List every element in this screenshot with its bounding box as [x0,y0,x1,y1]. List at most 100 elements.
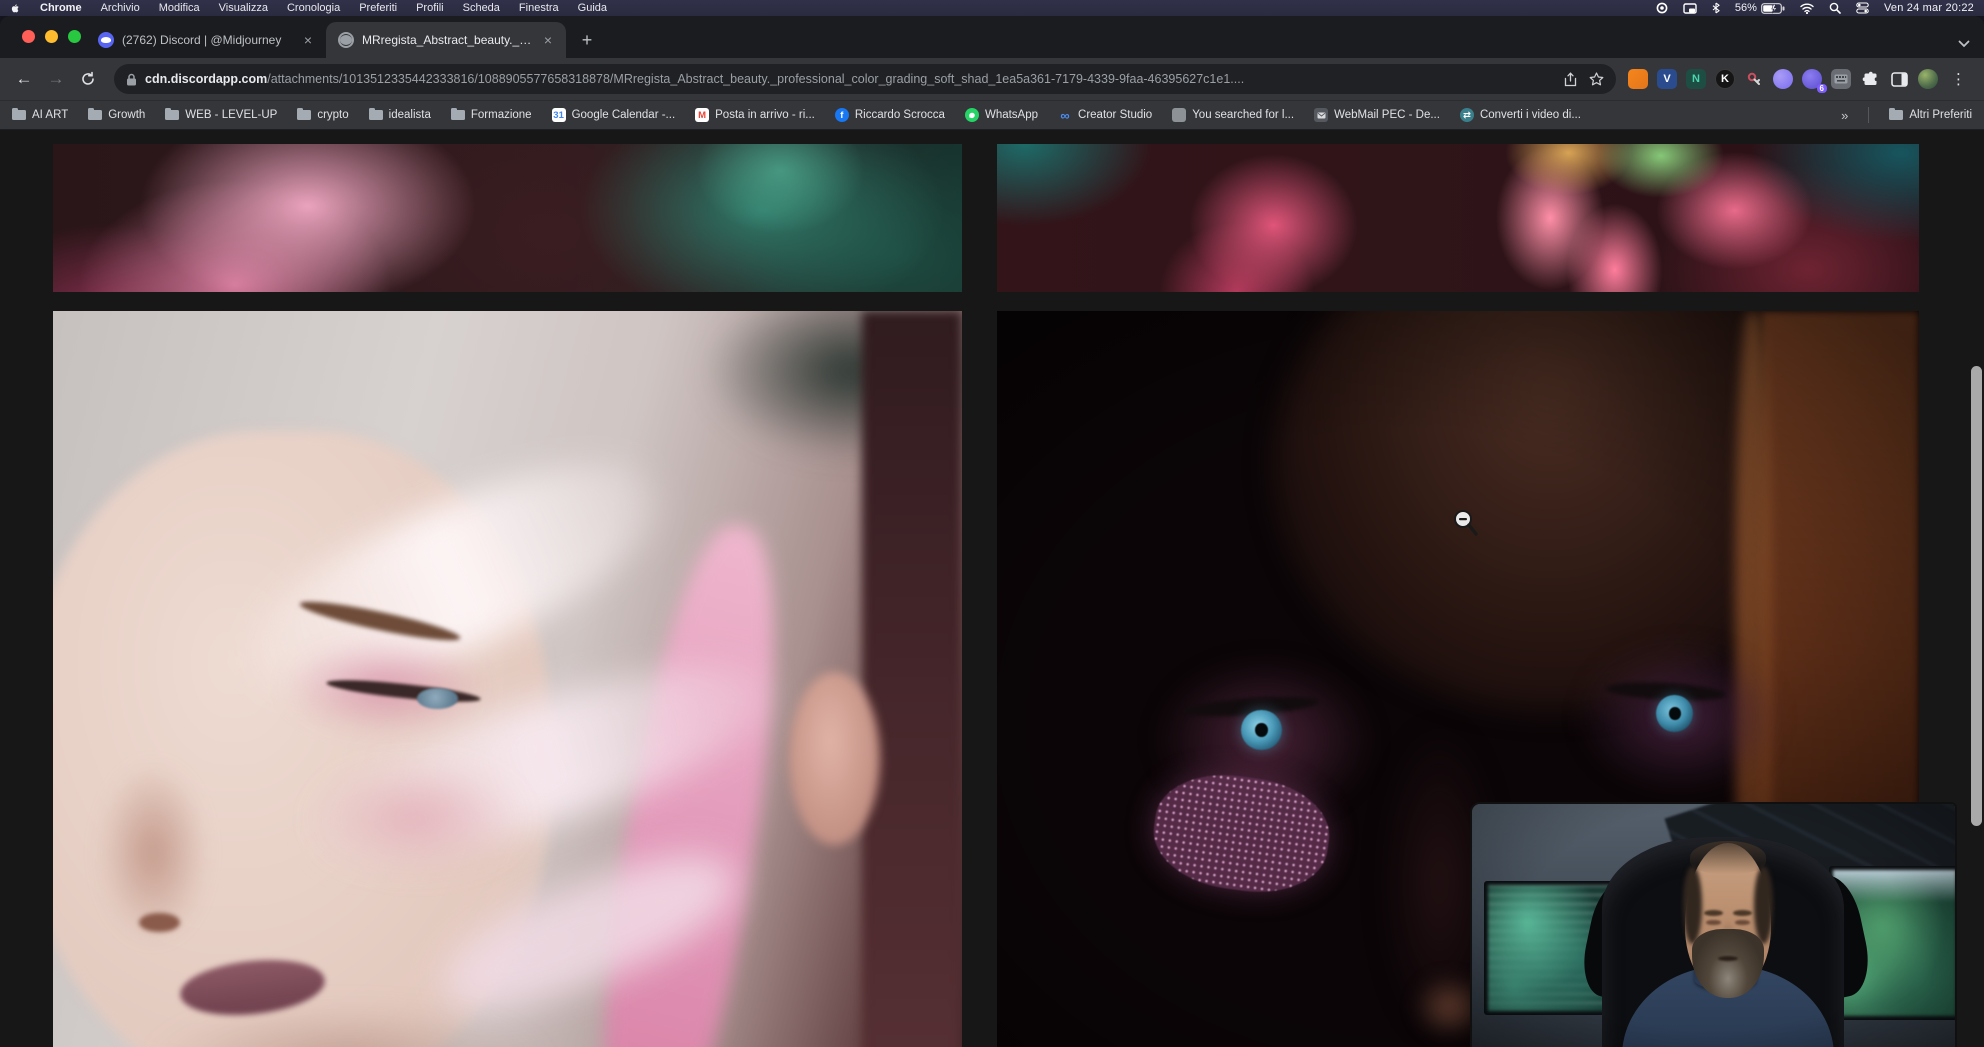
menu-archivio[interactable]: Archivio [101,2,140,14]
bluetooth-icon[interactable] [1712,2,1720,14]
bookmark-star-icon[interactable] [1589,72,1604,86]
v-extension-icon[interactable]: V [1657,69,1677,89]
bookmark-label: WEB - LEVEL-UP [185,109,277,121]
tab-title: (2762) Discord | @Midjourney [122,33,294,47]
discord-favicon [98,32,114,48]
folder-icon [165,110,179,120]
bookmark-folder-growth[interactable]: Growth [88,109,145,121]
reload-button[interactable] [74,65,102,93]
menu-guida[interactable]: Guida [578,2,607,14]
address-bar[interactable]: cdn.discordapp.com/attachments/101351233… [114,64,1616,94]
bookmark-webmail-pec[interactable]: WebMail PEC - De... [1314,108,1440,122]
tab-image-attachment[interactable]: MRregista_Abstract_beauty._… × [326,22,566,58]
key-extension-icon[interactable] [1744,69,1764,89]
bookmark-label: Converti i video di... [1480,109,1581,121]
battery-indicator[interactable]: 56% [1735,2,1785,14]
tab-close-icon[interactable]: × [302,32,314,48]
moon-extension-icon[interactable] [1773,69,1793,89]
tab-strip: (2762) Discord | @Midjourney × MRregista… [0,16,1984,58]
menu-finestra[interactable]: Finestra [519,2,559,14]
bookmark-google-calendar[interactable]: 31Google Calendar -... [552,108,676,122]
screen-mirroring-icon[interactable] [1683,3,1697,14]
bookmark-you-searched[interactable]: You searched for l... [1172,108,1294,122]
bookmark-whatsapp[interactable]: WhatsApp [965,108,1038,122]
bookmark-label: Google Calendar -... [572,109,676,121]
keyboard-extension-icon[interactable] [1831,69,1851,89]
tab-close-icon[interactable]: × [542,32,554,48]
bookmark-label: WebMail PEC - De... [1334,109,1440,121]
menu-preferiti[interactable]: Preferiti [359,2,397,14]
bookmark-label: Growth [108,109,145,121]
profile-avatar[interactable] [1918,69,1938,89]
battery-icon [1761,3,1785,14]
portrait-nostril [139,913,180,933]
close-window-button[interactable] [22,30,35,43]
purple-extension-icon[interactable]: 6 [1802,69,1822,89]
menubar-clock[interactable]: Ven 24 mar 20:22 [1884,2,1974,14]
converter-icon: ⇄ [1460,108,1474,122]
fullscreen-window-button[interactable] [68,30,81,43]
spotlight-search-icon[interactable] [1829,2,1841,14]
portrait-blush [308,762,526,875]
extensions-puzzle-icon[interactable] [1860,69,1880,89]
battery-percent-label: 56% [1735,2,1757,14]
lock-icon[interactable] [126,73,137,86]
menu-visualizza[interactable]: Visualizza [219,2,268,14]
bookmark-folder-crypto[interactable]: crypto [297,109,348,121]
bookmark-folder-web-level-up[interactable]: WEB - LEVEL-UP [165,109,277,121]
browser-toolbar: ← → cdn.discordapp.com/attachments/10135… [0,58,1984,100]
bookmark-facebook-profile[interactable]: fRiccardo Scrocca [835,108,945,122]
wifi-icon[interactable] [1800,3,1814,14]
minimize-window-button[interactable] [45,30,58,43]
forward-button[interactable]: → [42,65,70,93]
back-button[interactable]: ← [10,65,38,93]
apple-logo-icon[interactable] [10,3,21,14]
chrome-menu-kebab-icon[interactable]: ⋮ [1947,70,1970,88]
bookmark-label: Formazione [471,109,532,121]
menu-modifica[interactable]: Modifica [159,2,200,14]
folder-icon [88,110,102,120]
bookmark-folder-ai-art[interactable]: AI ART [12,109,68,121]
bookmark-gmail-inbox[interactable]: MPosta in arrivo - ri... [695,108,815,122]
grid-image-bottom-left-portrait [53,311,962,1047]
menu-scheda[interactable]: Scheda [463,2,500,14]
record-status-icon[interactable] [1656,2,1668,14]
bookmark-label: AI ART [32,109,68,121]
macos-menu-bar: Chrome Archivio Modifica Visualizza Cron… [0,0,1984,16]
scrollbar-track[interactable] [1968,130,1984,1047]
metamask-extension-icon[interactable] [1628,69,1648,89]
tab-search-chevron-icon[interactable] [1958,40,1970,48]
bookmark-label: Riccardo Scrocca [855,109,945,121]
scrollbar-thumb[interactable] [1971,366,1982,826]
n-extension-icon[interactable]: N [1686,69,1706,89]
url-text: cdn.discordapp.com/attachments/101351233… [145,72,1554,86]
portrait-ear [789,672,880,845]
browser-window: (2762) Discord | @Midjourney × MRregista… [0,16,1984,1047]
menu-cronologia[interactable]: Cronologia [287,2,340,14]
bookmark-folder-formazione[interactable]: Formazione [451,109,532,121]
bookmark-creator-studio[interactable]: ∞Creator Studio [1058,108,1152,122]
bookmark-label: Altri Preferiti [1909,109,1972,121]
folder-icon [12,110,26,120]
bookmarks-divider [1868,107,1869,123]
bookmark-folder-idealista[interactable]: idealista [369,109,431,121]
side-panel-icon[interactable] [1889,69,1909,89]
whatsapp-icon [965,108,979,122]
control-center-icon[interactable] [1856,2,1869,14]
page-content [0,130,1984,1047]
bookmarks-bar: AI ART Growth WEB - LEVEL-UP crypto idea… [0,100,1984,129]
bookmark-label: WhatsApp [985,109,1038,121]
bookmark-converti-video[interactable]: ⇄ Converti i video di... [1460,108,1581,122]
gmail-icon: M [695,108,709,122]
window-controls [22,30,81,43]
menu-profili[interactable]: Profili [416,2,444,14]
bookmark-label: idealista [389,109,431,121]
menu-app-name[interactable]: Chrome [40,2,82,14]
generic-page-icon [1172,108,1186,122]
new-tab-button[interactable]: + [574,27,600,53]
tab-discord[interactable]: (2762) Discord | @Midjourney × [86,22,326,58]
k-extension-icon[interactable]: K [1715,69,1735,89]
bookmarks-overflow-button[interactable]: » [1841,108,1848,123]
share-icon[interactable] [1564,72,1577,87]
other-bookmarks-folder[interactable]: Altri Preferiti [1889,109,1972,121]
